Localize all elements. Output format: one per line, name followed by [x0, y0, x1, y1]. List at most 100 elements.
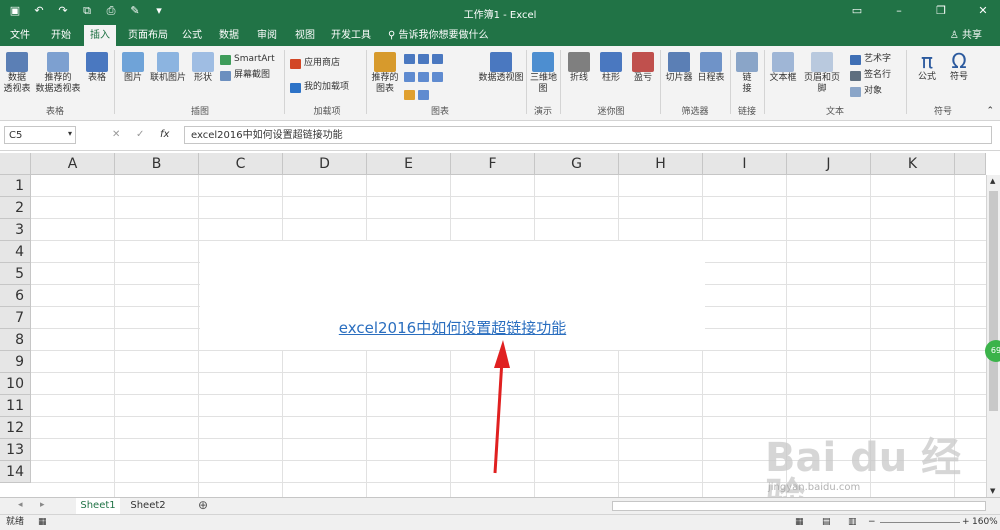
tab-file[interactable]: 文件: [4, 25, 36, 46]
store-button[interactable]: 应用商店: [290, 58, 340, 69]
timeline-icon: [700, 52, 722, 72]
pivottable-button[interactable]: 数据 透视表: [2, 52, 32, 95]
column-header-c[interactable]: C: [199, 153, 283, 175]
sparkline-line-button[interactable]: 折线: [566, 52, 592, 84]
column-header-i[interactable]: I: [703, 153, 787, 175]
row-header-1[interactable]: 1: [0, 175, 31, 197]
column-header-k[interactable]: K: [871, 153, 955, 175]
macro-record-icon[interactable]: ▦: [38, 515, 47, 530]
floating-badge[interactable]: 69: [985, 340, 1000, 362]
sparkline-winloss-button[interactable]: 盈亏: [630, 52, 656, 84]
header-footer-button[interactable]: 页眉和页脚: [800, 52, 844, 95]
tab-view[interactable]: 视图: [290, 25, 320, 46]
tab-formulas[interactable]: 公式: [178, 25, 206, 46]
tab-review[interactable]: 审阅: [252, 25, 282, 46]
tab-developer[interactable]: 开发工具: [328, 25, 374, 46]
name-box[interactable]: C5: [4, 126, 76, 144]
select-all-corner[interactable]: [0, 153, 31, 175]
row-header-6[interactable]: 6: [0, 285, 31, 307]
column-header-partial[interactable]: [955, 153, 986, 175]
signature-icon: [850, 70, 861, 81]
row-header-4[interactable]: 4: [0, 241, 31, 263]
column-header-g[interactable]: G: [535, 153, 619, 175]
horizontal-scrollbar[interactable]: [612, 501, 986, 511]
scroll-thumb[interactable]: [989, 191, 998, 411]
scroll-down-icon[interactable]: ▼: [990, 487, 995, 495]
hyperlink-button[interactable]: 链 接: [734, 52, 760, 95]
signature-line-button[interactable]: 签名行: [850, 70, 891, 81]
column-chart-button[interactable]: [404, 54, 443, 64]
row-header-11[interactable]: 11: [0, 395, 31, 417]
tab-home[interactable]: 开始: [44, 25, 78, 46]
recommended-charts-button[interactable]: 推荐的 图表: [368, 52, 402, 95]
sparkline-column-button[interactable]: 柱形: [598, 52, 624, 84]
my-addins-button[interactable]: 我的加载项: [290, 82, 349, 93]
column-header-h[interactable]: H: [619, 153, 703, 175]
row-header-13[interactable]: 13: [0, 439, 31, 461]
3d-map-button[interactable]: 三维地 图: [530, 52, 557, 95]
timeline-button[interactable]: 日程表: [696, 52, 726, 84]
pictures-button[interactable]: 图片: [120, 52, 146, 84]
slicer-button[interactable]: 切片器: [664, 52, 694, 84]
column-header-d[interactable]: D: [283, 153, 367, 175]
table-button[interactable]: 表格: [84, 52, 110, 84]
sheet-prev-icon[interactable]: ◂: [18, 500, 23, 510]
close-icon[interactable]: ✕: [976, 4, 990, 17]
share-button[interactable]: ♙ 共享: [950, 25, 982, 46]
column-header-f[interactable]: F: [451, 153, 535, 175]
zoom-in-icon[interactable]: +: [962, 515, 970, 530]
column-header-a[interactable]: A: [31, 153, 115, 175]
row-header-7[interactable]: 7: [0, 307, 31, 329]
insert-function-icon[interactable]: fx: [160, 129, 169, 140]
group-symbols: 符号: [933, 107, 952, 117]
row-header-9[interactable]: 9: [0, 351, 31, 373]
page-break-view-icon[interactable]: ▥: [848, 515, 857, 530]
zoom-level[interactable]: 160%: [972, 515, 998, 530]
pivotchart-button[interactable]: 数据透视图: [472, 52, 530, 84]
tab-page-layout[interactable]: 页面布局: [124, 25, 172, 46]
textbox-button[interactable]: 文本框: [768, 52, 798, 84]
ribbon-display-icon[interactable]: ▭: [850, 4, 864, 17]
enter-icon[interactable]: ✓: [136, 129, 144, 140]
minimize-icon[interactable]: –: [892, 4, 906, 17]
tab-data[interactable]: 数据: [214, 25, 244, 46]
namebox-dropdown-icon[interactable]: ▾: [68, 129, 72, 138]
zoom-out-icon[interactable]: −: [868, 515, 876, 530]
tell-me-box[interactable]: ⚲ 告诉我你想要做什么: [388, 25, 489, 46]
page-layout-view-icon[interactable]: ▤: [822, 515, 831, 530]
row-header-14[interactable]: 14: [0, 461, 31, 483]
column-header-e[interactable]: E: [367, 153, 451, 175]
equation-button[interactable]: π 公式: [912, 50, 942, 83]
smartart-button[interactable]: SmartArt: [220, 54, 275, 65]
row-header-8[interactable]: 8: [0, 329, 31, 351]
column-header-b[interactable]: B: [115, 153, 199, 175]
wordart-button[interactable]: 艺术字: [850, 54, 891, 65]
collapse-ribbon-icon[interactable]: ⌃: [986, 106, 994, 116]
screenshot-button[interactable]: 屏幕截图: [220, 70, 270, 81]
online-pictures-button[interactable]: 联机图片: [148, 52, 188, 84]
row-header-5[interactable]: 5: [0, 263, 31, 285]
row-header-10[interactable]: 10: [0, 373, 31, 395]
row-header-2[interactable]: 2: [0, 197, 31, 219]
cancel-icon[interactable]: ✕: [112, 129, 120, 140]
formula-input[interactable]: excel2016中如何设置超链接功能: [184, 126, 992, 144]
pie-chart-button[interactable]: [404, 90, 429, 100]
sheet-next-icon[interactable]: ▸: [40, 500, 45, 510]
add-sheet-icon[interactable]: ⊕: [198, 498, 208, 512]
row-header-3[interactable]: 3: [0, 219, 31, 241]
normal-view-icon[interactable]: ▦: [795, 515, 804, 530]
scroll-up-icon[interactable]: ▲: [990, 177, 995, 185]
restore-icon[interactable]: ❐: [934, 4, 948, 17]
hyperlink-cell-text[interactable]: excel2016中如何设置超链接功能: [200, 318, 705, 338]
object-button[interactable]: 对象: [850, 86, 882, 97]
line-chart-button[interactable]: [404, 72, 443, 82]
shapes-button[interactable]: 形状: [190, 52, 216, 84]
row-header-12[interactable]: 12: [0, 417, 31, 439]
lightbulb-icon: ⚲: [388, 30, 399, 41]
tab-insert[interactable]: 插入: [84, 25, 116, 46]
recommended-pivottable-button[interactable]: 推荐的 数据透视表: [34, 52, 82, 95]
symbol-button[interactable]: Ω 符号: [944, 50, 974, 83]
zoom-slider[interactable]: [880, 522, 960, 523]
sheet-tab-sheet2[interactable]: Sheet2: [126, 498, 170, 514]
column-header-j[interactable]: J: [787, 153, 871, 175]
